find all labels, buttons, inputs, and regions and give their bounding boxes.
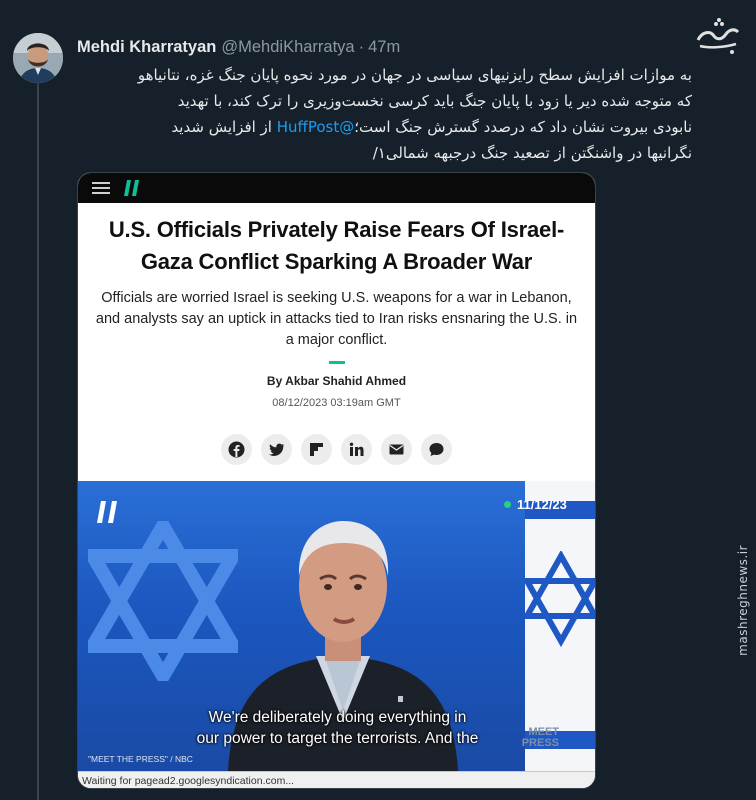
network-mark-line: PRESS bbox=[521, 737, 559, 749]
timestamp[interactable]: 47m bbox=[368, 38, 400, 57]
article-video[interactable]: 11/12/23 We're deliberately doing everyt… bbox=[78, 481, 595, 771]
caption-line: We're deliberately doing everything in bbox=[208, 709, 467, 726]
article-headline[interactable]: U.S. Officials Privately Raise Fears Of … bbox=[97, 214, 577, 278]
flipboard-share-button[interactable] bbox=[301, 434, 332, 465]
network-watermark: MEET PRESS bbox=[522, 727, 559, 749]
comment-share-button[interactable] bbox=[421, 434, 452, 465]
twitter-icon bbox=[268, 443, 285, 456]
huffpost-logo-icon[interactable] bbox=[124, 180, 139, 196]
huffpost-video-logo-icon bbox=[97, 501, 117, 523]
display-name[interactable]: Mehdi Kharratyan bbox=[77, 38, 216, 57]
browser-status-bar: Waiting for pagead2.googlesyndication.co… bbox=[78, 771, 595, 788]
facebook-icon bbox=[228, 441, 245, 458]
twitter-share-button[interactable] bbox=[261, 434, 292, 465]
tweet-text-fragment: از افزایش شدید bbox=[171, 118, 272, 136]
share-buttons bbox=[78, 434, 595, 465]
tweet-header: Mehdi Kharratyan @MehdiKharratya · 47m bbox=[77, 36, 400, 58]
video-date-badge: 11/12/23 bbox=[504, 497, 567, 512]
separator-dot: · bbox=[358, 37, 365, 56]
video-caption: We're deliberately doing everything in o… bbox=[78, 707, 595, 749]
article-header: U.S. Officials Privately Raise Fears Of … bbox=[78, 214, 595, 465]
article-subhead: Officials are worried Israel is seeking … bbox=[95, 290, 578, 348]
article-dateline: 08/12/2023 03:19am GMT bbox=[272, 397, 401, 409]
watermark-url: mashreghnews.ir bbox=[736, 545, 750, 656]
linkedin-icon bbox=[349, 442, 364, 456]
tweet-text-line: به موازات افزایش سطح رایزنیهای سیاسی در … bbox=[137, 66, 692, 84]
video-date: 11/12/23 bbox=[517, 497, 567, 512]
article-nav-bar bbox=[78, 173, 595, 203]
mashregh-logo bbox=[692, 14, 744, 58]
article-byline[interactable]: By Akbar Shahid Ahmed bbox=[78, 374, 595, 388]
tweet-text: به موازات افزایش سطح رایزنیهای سیاسی در … bbox=[92, 62, 692, 166]
caption-line: our power to target the terrorists. And … bbox=[196, 730, 479, 747]
linkedin-share-button[interactable] bbox=[341, 434, 372, 465]
embedded-article-card[interactable]: U.S. Officials Privately Raise Fears Of … bbox=[77, 172, 596, 789]
mention-link[interactable]: @HuffPost bbox=[277, 118, 355, 136]
live-dot-icon bbox=[504, 501, 511, 508]
handle[interactable]: @MehdiKharratya bbox=[221, 38, 354, 57]
tweet-text-line: که متوجه شده دیر یا زود با پایان جنگ بای… bbox=[177, 92, 692, 110]
email-icon bbox=[389, 444, 404, 455]
email-share-button[interactable] bbox=[381, 434, 412, 465]
tweet-text-line: نابودی بیروت نشان داد که درصدد گسترش جنگ… bbox=[92, 114, 692, 140]
tweet-text-fragment: نابودی بیروت نشان داد که درصدد گسترش جنگ… bbox=[354, 118, 692, 136]
divider bbox=[328, 361, 345, 364]
comment-icon bbox=[429, 443, 444, 456]
avatar[interactable] bbox=[13, 33, 63, 83]
menu-icon[interactable] bbox=[92, 182, 110, 194]
flipboard-icon bbox=[310, 443, 323, 456]
video-credit: "MEET THE PRESS" / NBC bbox=[88, 754, 193, 764]
facebook-share-button[interactable] bbox=[221, 434, 252, 465]
thread-line bbox=[37, 82, 39, 800]
tweet-text-line: نگرانیها در واشنگتن از تصعید جنگ درجبهه … bbox=[372, 144, 692, 162]
star-of-david-background bbox=[88, 521, 238, 681]
